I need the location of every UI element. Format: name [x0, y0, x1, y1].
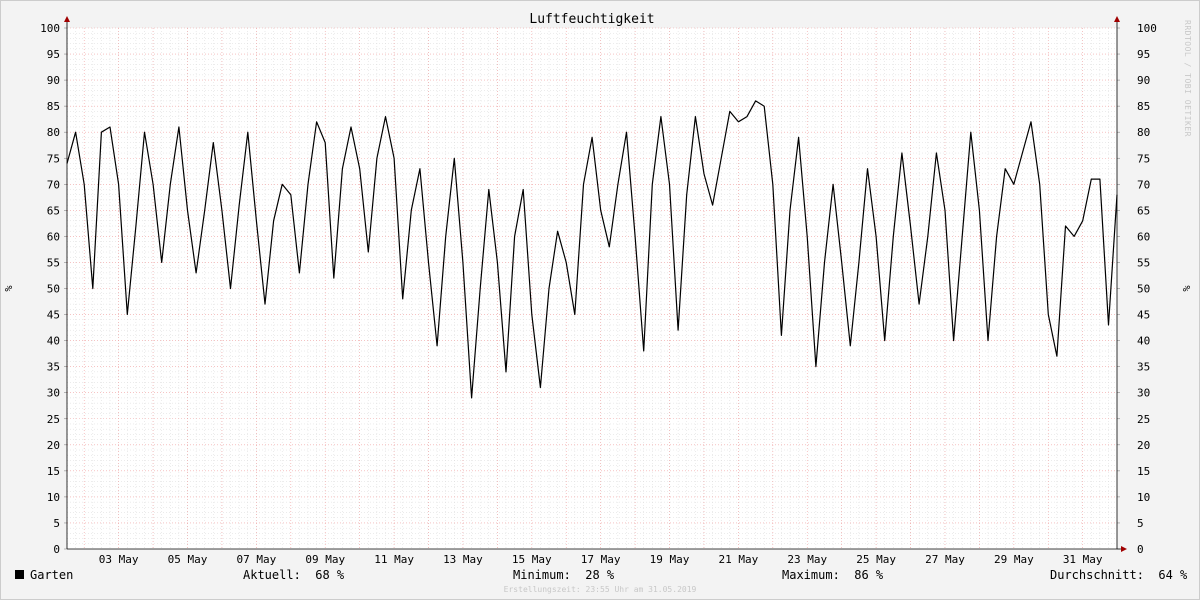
y-axis-arrow: [64, 16, 70, 22]
y-tick-label-right: 75: [1137, 152, 1150, 165]
y-tick-label: 25: [47, 413, 60, 426]
x-tick-label: 31 May: [1063, 553, 1103, 566]
y-tick-label-right: 80: [1137, 126, 1150, 139]
y-tick-label-right: 95: [1137, 48, 1150, 61]
x-tick-label: 23 May: [787, 553, 827, 566]
y-tick-label-right: 0: [1137, 543, 1144, 556]
y-axis-right-arrow: [1114, 16, 1120, 22]
y-tick-label-right: 85: [1137, 100, 1150, 113]
x-tick-label: 19 May: [650, 553, 690, 566]
y-tick-label: 45: [47, 309, 60, 322]
x-axis-arrow: [1121, 546, 1127, 552]
x-tick-label: 07 May: [236, 553, 276, 566]
x-tick-label: 11 May: [374, 553, 414, 566]
y-tick-label: 85: [47, 100, 60, 113]
y-tick-label: 35: [47, 361, 60, 374]
y-tick-label-right: 40: [1137, 335, 1150, 348]
x-tick-label: 03 May: [99, 553, 139, 566]
x-tick-label: 05 May: [168, 553, 208, 566]
y-tick-label-right: 45: [1137, 309, 1150, 322]
y-tick-label-right: 35: [1137, 361, 1150, 374]
y-tick-label: 30: [47, 387, 60, 400]
y-tick-label-right: 70: [1137, 178, 1150, 191]
y-tick-label-right: 25: [1137, 413, 1150, 426]
y-tick-label-right: 100: [1137, 22, 1157, 35]
x-tick-label: 17 May: [581, 553, 621, 566]
y-tick-label: 95: [47, 48, 60, 61]
creation-time: Erstellungszeit: 23:55 Uhr am 31.05.2019: [503, 585, 697, 594]
y-tick-label: 90: [47, 74, 60, 87]
watermark: RRDTOOL / TOBI OETIKER: [1183, 20, 1192, 137]
y-tick-label-right: 60: [1137, 230, 1150, 243]
x-tick-label: 15 May: [512, 553, 552, 566]
y-tick-label-right: 30: [1137, 387, 1150, 400]
y-tick-label: 65: [47, 204, 60, 217]
y-tick-label: 100: [40, 22, 60, 35]
x-tick-label: 21 May: [719, 553, 759, 566]
y-tick-label-right: 90: [1137, 74, 1150, 87]
y-tick-label: 75: [47, 152, 60, 165]
legend-minimum: Minimum: 28 %: [513, 568, 615, 582]
y-tick-label: 50: [47, 283, 60, 296]
y-tick-label-right: 15: [1137, 465, 1150, 478]
legend-current: Aktuell: 68 %: [243, 568, 345, 582]
y-tick-label: 0: [53, 543, 60, 556]
y-tick-label-right: 50: [1137, 283, 1150, 296]
humidity-chart: 0 05 510 1015 1520 2025 2530 3035 3540 4045 4550 50…: [4, 12, 1193, 566]
y-tick-label-right: 10: [1137, 491, 1150, 504]
legend-series: Garten: [15, 568, 73, 582]
x-tick-label: 29 May: [994, 553, 1034, 566]
y-tick-label: 15: [47, 465, 60, 478]
y-tick-label-right: 20: [1137, 439, 1150, 452]
y-tick-label-right: 5: [1137, 517, 1144, 530]
y-tick-label: 10: [47, 491, 60, 504]
y-axis-label-right: %: [1182, 285, 1193, 291]
legend-swatch: [15, 570, 24, 579]
legend-average: Durchschnitt: 64 %: [1050, 568, 1188, 582]
y-tick-label: 20: [47, 439, 60, 452]
legend-series-name: Garten: [30, 568, 74, 582]
x-tick-label: 13 May: [443, 553, 483, 566]
y-tick-label-right: 55: [1137, 256, 1150, 269]
y-tick-label: 80: [47, 126, 60, 139]
y-tick-label: 70: [47, 178, 60, 191]
y-axis-label: %: [4, 285, 15, 291]
x-tick-label: 27 May: [925, 553, 965, 566]
y-tick-label: 5: [53, 517, 60, 530]
x-tick-label: 09 May: [305, 553, 345, 566]
y-tick-label: 60: [47, 230, 60, 243]
x-tick-label: 25 May: [856, 553, 896, 566]
y-tick-label: 40: [47, 335, 60, 348]
chart-title: Luftfeuchtigkeit: [529, 12, 654, 27]
y-tick-label-right: 65: [1137, 204, 1150, 217]
y-tick-label: 55: [47, 256, 60, 269]
legend-maximum: Maximum: 86 %: [782, 568, 884, 582]
